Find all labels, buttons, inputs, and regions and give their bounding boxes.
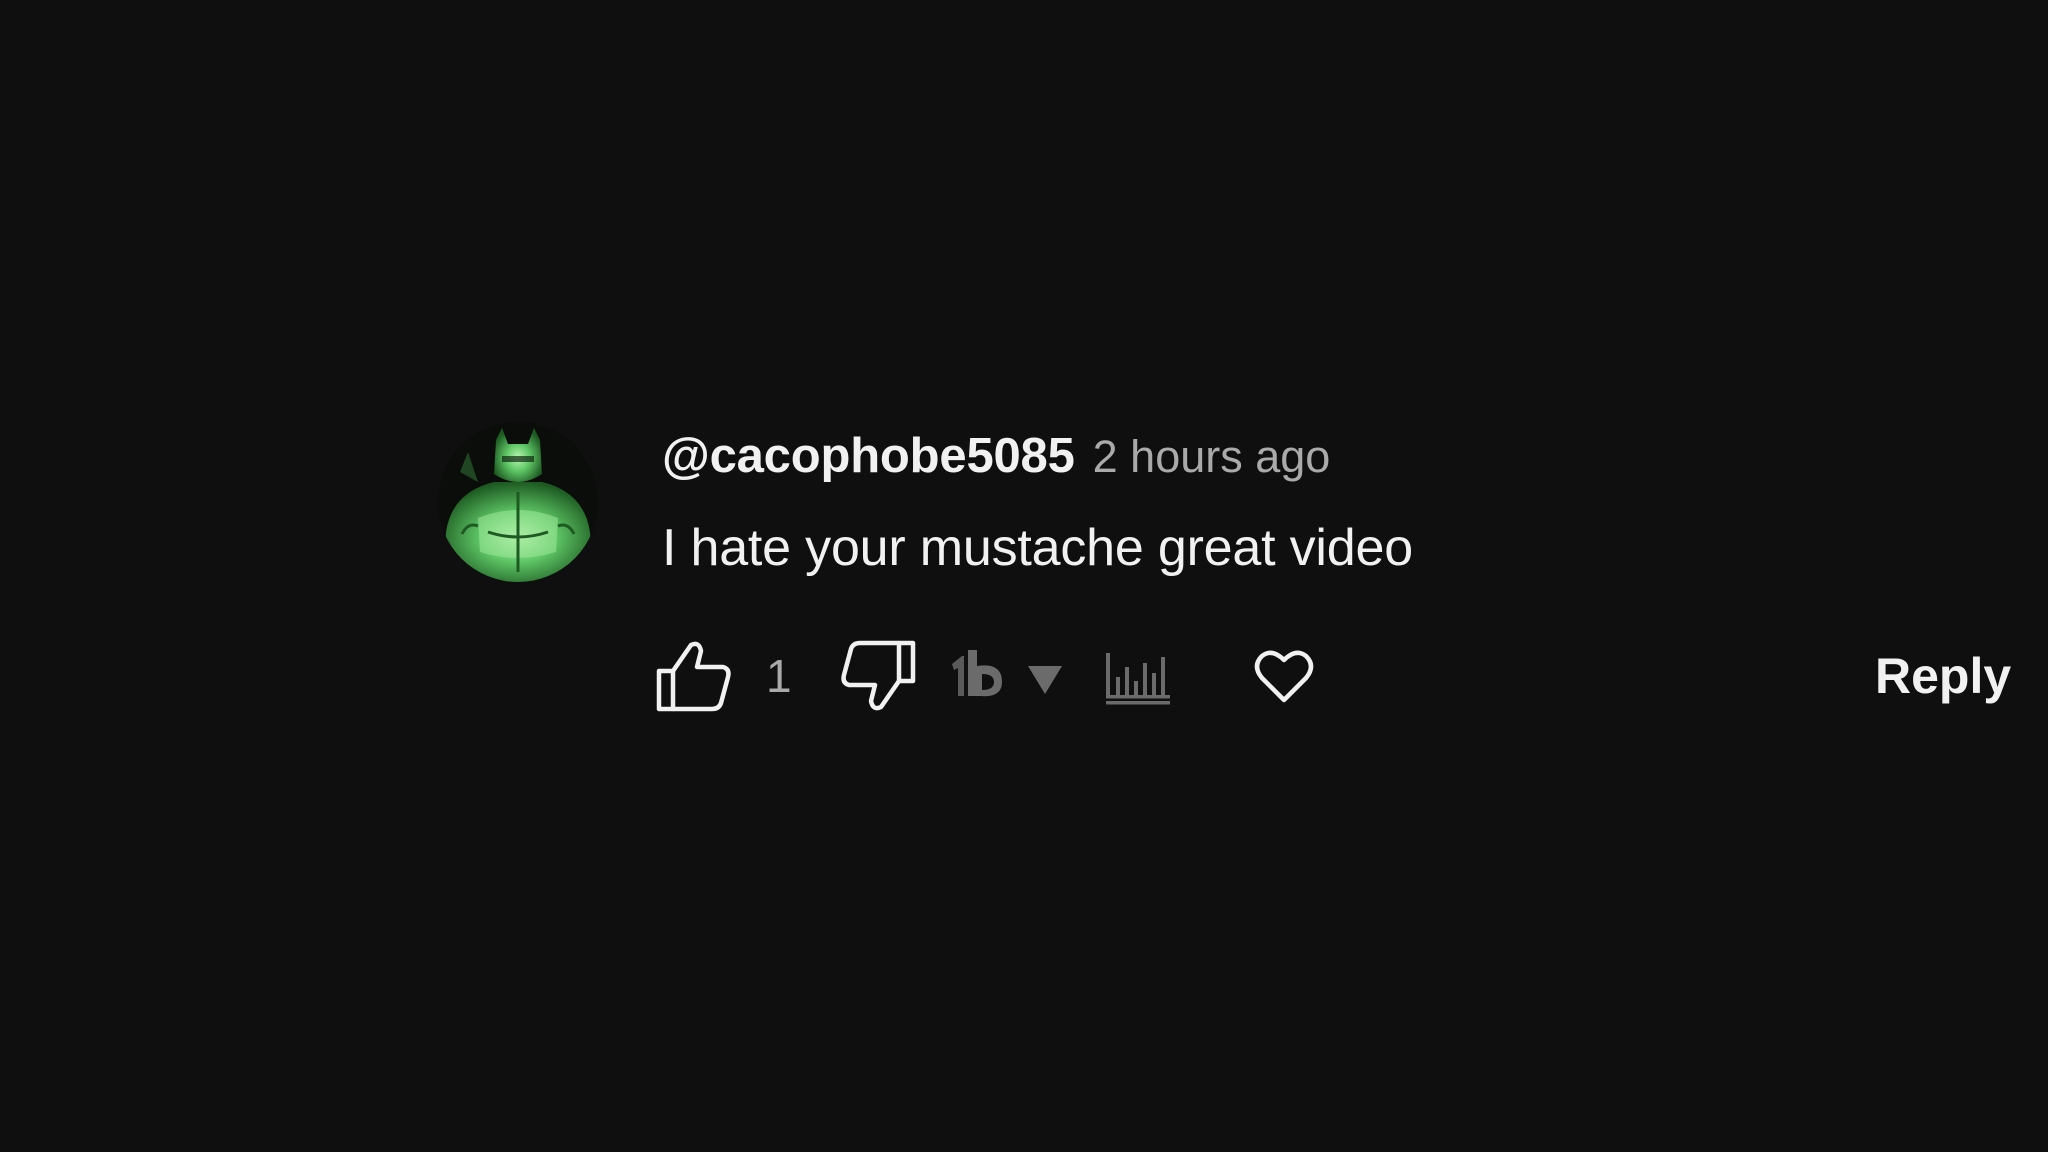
thumbs-up-icon: [656, 641, 731, 712]
reply-button[interactable]: Reply: [1875, 636, 2011, 716]
extension-button[interactable]: [950, 636, 1074, 716]
heart-outline-icon: [1254, 650, 1314, 703]
comment-thread-item: @cacophobe5085 2 hours ago I hate your m…: [438, 418, 2011, 718]
comment-header: @cacophobe5085 2 hours ago: [662, 428, 1330, 484]
heart-button[interactable]: [1244, 636, 1324, 716]
avatar[interactable]: [438, 422, 598, 582]
stats-button[interactable]: [1098, 636, 1178, 716]
like-button[interactable]: [654, 636, 734, 716]
dislike-button[interactable]: [838, 636, 918, 716]
like-count: 1: [766, 650, 792, 702]
bar-chart-icon: [1106, 653, 1170, 705]
comment-text: I hate your mustache great video: [662, 519, 1413, 577]
avatar-image: [438, 422, 598, 582]
comment-screen: @cacophobe5085 2 hours ago I hate your m…: [0, 0, 2048, 1152]
thumbs-down-icon: [841, 640, 916, 711]
author-name[interactable]: @cacophobe5085: [662, 428, 1075, 484]
comment-action-bar: 1 Reply: [654, 636, 2011, 716]
comment-timestamp[interactable]: 2 hours ago: [1093, 431, 1331, 483]
triangle-down-icon: [1028, 666, 1062, 694]
extension-logo-icon: [952, 650, 1002, 697]
